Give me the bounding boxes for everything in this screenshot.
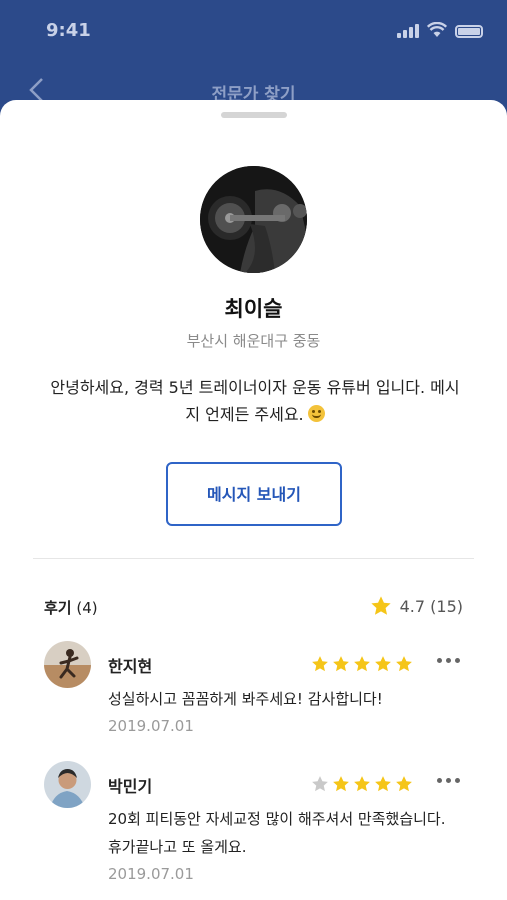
star-icon (371, 596, 391, 615)
star-icon (354, 656, 370, 672)
reviewer-name: 박민기 (108, 777, 153, 796)
reviews-header: 후기 (4) 4.7 (15) (44, 595, 463, 619)
wifi-icon (427, 22, 447, 37)
reviews-title: 후기 (4) (44, 597, 98, 618)
expert-location: 부산시 해운대구 중동 (186, 332, 321, 350)
smile-emoji-icon (307, 405, 325, 422)
review-stars (311, 775, 413, 793)
rating-value: 4.7 (15) (399, 596, 463, 616)
more-options-icon[interactable] (437, 773, 463, 787)
review-text: 성실하시고 꼼꼼하게 봐주세요! 감사합니다! (108, 690, 383, 708)
star-icon (396, 656, 412, 672)
expert-name: 최이슬 (224, 297, 283, 321)
rating-summary: 4.7 (15) (370, 595, 463, 617)
sheet-handle[interactable] (221, 112, 287, 118)
expert-avatar (200, 166, 307, 273)
reviewer-avatar (44, 641, 91, 688)
status-time: 9:41 (46, 20, 91, 41)
review-item: 한지현 성실하시고 꼼꼼하게 봐주세요! 감사합니다! 2019.07.01 (44, 641, 463, 741)
star-icon (375, 656, 391, 672)
reviews-count: (4) (76, 599, 98, 617)
battery-icon (455, 25, 483, 38)
star-icon (396, 776, 412, 792)
star-icon (333, 776, 349, 792)
status-icons (397, 22, 483, 38)
star-icon (354, 776, 370, 792)
review-item: 박민기 20회 피티동안 자세교정 많이 해주셔서 만족했습니다. 휴가끝나고 … (44, 761, 463, 891)
section-divider (33, 558, 474, 559)
review-text: 20회 피티동안 자세교정 많이 해주셔서 만족했습니다. 휴가끝나고 또 올게… (108, 810, 446, 856)
reviewer-avatar (44, 761, 91, 808)
star-icon (312, 776, 328, 792)
review-date: 2019.07.01 (108, 865, 194, 883)
profile-sheet: 최이슬 부산시 해운대구 중동 안녕하세요, 경력 5년 트레이너이자 운동 유… (0, 100, 507, 900)
reviews-title-label: 후기 (44, 599, 72, 617)
bio-text: 안녕하세요, 경력 5년 트레이너이자 운동 유튜버 입니다. 메시지 언제든 … (50, 378, 460, 424)
review-date: 2019.07.01 (108, 717, 194, 735)
review-stars (311, 655, 413, 673)
send-message-button[interactable]: 메시지 보내기 (166, 462, 342, 526)
star-icon (333, 656, 349, 672)
reviewer-name: 한지현 (108, 657, 153, 676)
status-bar: 9:41 (0, 0, 507, 60)
star-icon (375, 776, 391, 792)
more-options-icon[interactable] (437, 653, 463, 667)
star-icon (312, 656, 328, 672)
expert-bio: 안녕하세요, 경력 5년 트레이너이자 운동 유튜버 입니다. 메시지 언제든 … (50, 374, 460, 428)
signal-icon (397, 24, 419, 38)
